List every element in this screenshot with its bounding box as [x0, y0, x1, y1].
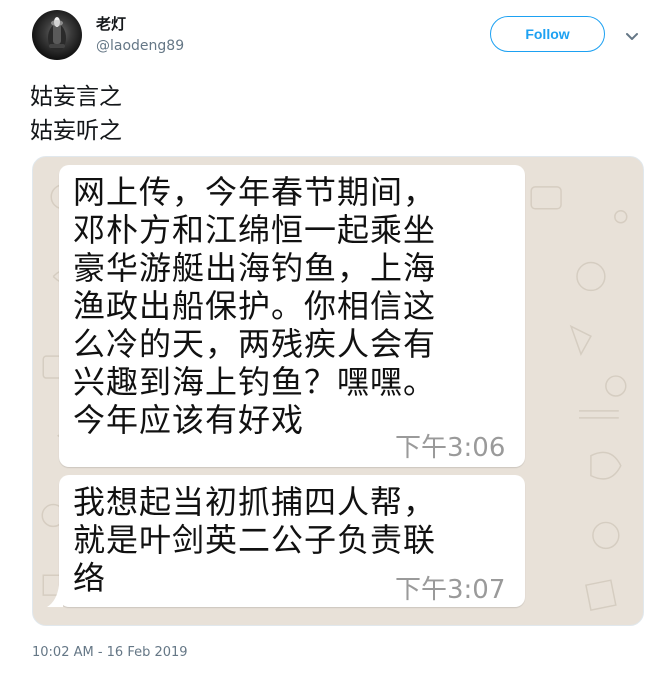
- tweet-timestamp[interactable]: 10:02 AM - 16 Feb 2019: [32, 645, 188, 660]
- tweet-line: 姑妄听之: [30, 118, 122, 144]
- chevron-down-icon[interactable]: [624, 28, 640, 44]
- user-handle[interactable]: @laodeng89: [96, 38, 184, 54]
- chat-bubble: 网上传，今年春节期间， 邓朴方和江绵恒一起乘坐 豪华游艇出海钓鱼，上海 渔政出船…: [59, 165, 525, 467]
- tweet-line: 姑妄言之: [30, 84, 122, 110]
- display-name[interactable]: 老灯: [96, 13, 126, 34]
- avatar-image: [48, 17, 66, 52]
- message-line: 兴趣到海上钓鱼？嘿嘿。: [73, 363, 437, 401]
- message-line: 么冷的天，两残疾人会有: [73, 325, 437, 363]
- message-line: 渔政出船保护。你相信这: [73, 287, 437, 325]
- message-line: 就是叶剑英二公子负责联: [73, 521, 437, 559]
- message-line: 网上传，今年春节期间，: [73, 173, 437, 211]
- bubble-tail: [47, 585, 63, 607]
- message-line: 邓朴方和江绵恒一起乘坐: [73, 211, 437, 249]
- message-line: 我想起当初抓捕四人帮，: [73, 483, 437, 521]
- message-line: 络: [73, 559, 107, 597]
- message-time: 下午3:06: [395, 433, 506, 463]
- message-time: 下午3:07: [395, 575, 506, 605]
- chat-message-text: 网上传，今年春节期间， 邓朴方和江绵恒一起乘坐 豪华游艇出海钓鱼，上海 渔政出船…: [73, 173, 436, 439]
- chat-message-text: 我想起当初抓捕四人帮， 就是叶剑英二公子负责联 络: [73, 483, 436, 597]
- follow-button[interactable]: Follow: [490, 16, 605, 52]
- tweet-image[interactable]: 网上传，今年春节期间， 邓朴方和江绵恒一起乘坐 豪华游艇出海钓鱼，上海 渔政出船…: [32, 156, 644, 626]
- tweet-text: 姑妄言之 姑妄听之: [30, 80, 122, 148]
- message-line: 今年应该有好戏: [73, 401, 305, 439]
- message-line: 豪华游艇出海钓鱼，上海: [73, 249, 437, 287]
- avatar[interactable]: [32, 10, 82, 60]
- chat-bubble: 我想起当初抓捕四人帮， 就是叶剑英二公子负责联 络 下午3:07: [59, 475, 525, 607]
